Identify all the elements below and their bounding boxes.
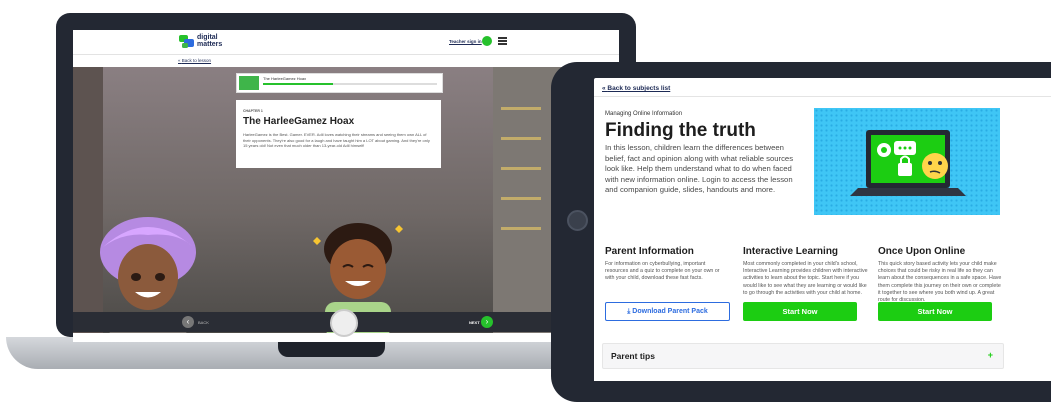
progress-bar bbox=[263, 83, 437, 85]
story-title: The HarleeGamez Hoax bbox=[243, 116, 355, 127]
chapter-thumbnail bbox=[239, 76, 259, 90]
tablet-screen: « Back to subjects list Managing Online … bbox=[594, 78, 1051, 381]
story-body: HarleeGamez is the Best. Gamer. EVER. Ad… bbox=[243, 132, 430, 148]
breadcrumb: Managing Online Information bbox=[605, 111, 683, 117]
interactive-learning-start-button[interactable]: Start Now bbox=[743, 302, 857, 321]
home-medallion-icon[interactable] bbox=[330, 309, 358, 337]
download-parent-pack-label: Download Parent Pack bbox=[632, 308, 708, 315]
page-title: Finding the truth bbox=[605, 120, 756, 141]
scene-shelf bbox=[501, 197, 541, 200]
story-footer: ‹ BACK NEXT › bbox=[73, 309, 619, 337]
chapter-progress: The HarleeGamez Hoax bbox=[236, 73, 443, 93]
scene-shelf bbox=[501, 107, 541, 110]
download-icon: ⤓ bbox=[627, 308, 631, 315]
parent-info-heading: Parent Information bbox=[605, 246, 694, 257]
back-arrow-button[interactable]: ‹ bbox=[182, 316, 194, 328]
once-upon-online-heading: Once Upon Online bbox=[878, 246, 966, 257]
teacher-signin-link[interactable]: Teacher sign in bbox=[449, 39, 482, 44]
logo-text: digital matters bbox=[197, 34, 222, 48]
back-to-lesson-label: Back to lesson bbox=[181, 58, 212, 63]
back-to-lesson-link[interactable]: « Back to lesson bbox=[178, 58, 211, 63]
logo-line2: matters bbox=[197, 41, 223, 48]
lesson-hero-illustration bbox=[814, 108, 1000, 215]
download-parent-pack-button[interactable]: ⤓ Download Parent Pack bbox=[605, 302, 730, 321]
story-scene: The HarleeGamez Hoax CHAPTER 1 The Harle… bbox=[73, 67, 619, 333]
next-label: NEXT bbox=[469, 320, 480, 325]
header-divider bbox=[594, 96, 1051, 97]
parent-info-column: Parent Information For information on cy… bbox=[605, 246, 730, 283]
logo-line1: digital bbox=[197, 34, 218, 41]
laptop-screen: digital matters Teacher sign in « Back t… bbox=[73, 30, 619, 342]
interactive-learning-heading: Interactive Learning bbox=[743, 246, 839, 257]
back-label: BACK bbox=[198, 320, 209, 325]
scene-shelf bbox=[501, 167, 541, 170]
parent-tips-accordion[interactable]: Parent tips + bbox=[602, 343, 1004, 369]
parent-info-body: For information on cyberbullying, import… bbox=[605, 261, 720, 282]
story-card: CHAPTER 1 The HarleeGamez Hoax HarleeGam… bbox=[236, 100, 441, 168]
interactive-learning-body: Most commonly completed in your child's … bbox=[743, 261, 868, 296]
tablet-camera bbox=[567, 210, 588, 231]
interactive-learning-column: Interactive Learning Most commonly compl… bbox=[743, 246, 868, 297]
back-to-subjects-label: Back to subjects list bbox=[607, 85, 671, 92]
back-to-subjects-link[interactable]: « Back to subjects list bbox=[602, 85, 670, 92]
user-avatar-icon[interactable] bbox=[482, 36, 492, 46]
hamburger-menu-icon[interactable] bbox=[498, 37, 507, 45]
progress-fill bbox=[263, 83, 333, 85]
once-upon-online-start-button[interactable]: Start Now bbox=[878, 302, 992, 321]
expand-plus-icon[interactable]: + bbox=[988, 350, 993, 360]
once-upon-online-column: Once Upon Online This quick story based … bbox=[878, 246, 1003, 304]
lesson-description: In this lesson, children learn the diffe… bbox=[605, 143, 794, 194]
progress-title: The HarleeGamez Hoax bbox=[263, 76, 307, 81]
scene-shelf bbox=[501, 227, 541, 230]
chapter-label: CHAPTER 1 bbox=[243, 109, 263, 113]
once-upon-online-body: This quick story based activity lets you… bbox=[878, 261, 1002, 304]
laptop-header: digital matters Teacher sign in bbox=[73, 30, 619, 55]
digital-matters-logo-icon bbox=[179, 35, 194, 48]
scene-shelf bbox=[501, 137, 541, 140]
parent-tips-label: Parent tips bbox=[611, 351, 655, 361]
next-arrow-button[interactable]: › bbox=[481, 316, 493, 328]
